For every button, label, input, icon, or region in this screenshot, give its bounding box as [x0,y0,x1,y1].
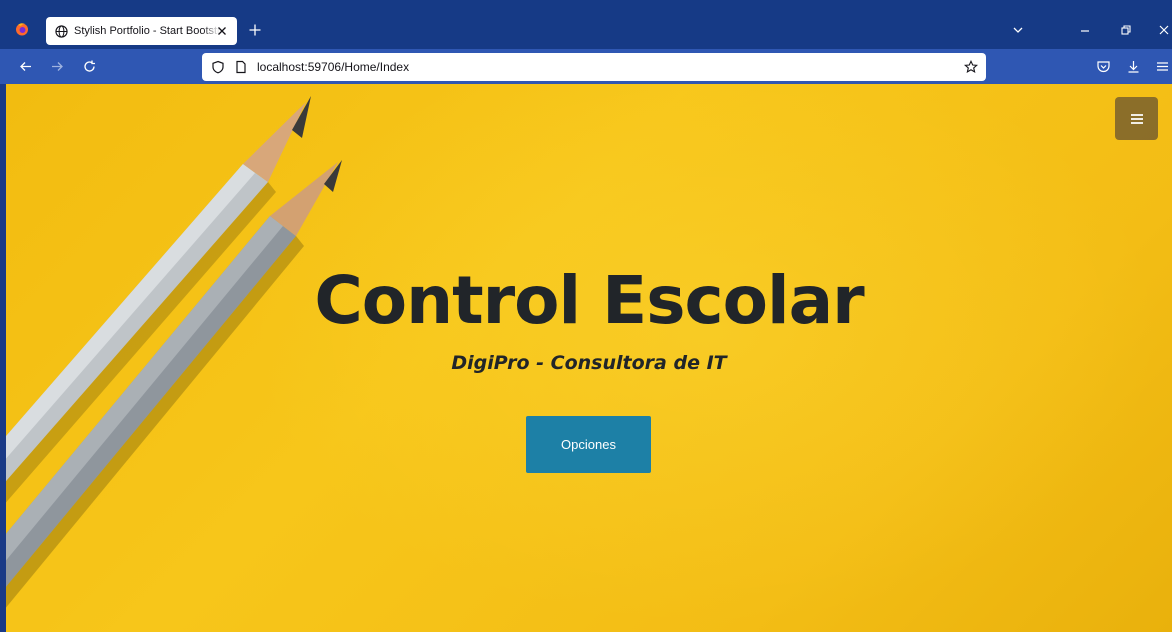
app-menu-icon[interactable] [1155,59,1170,74]
navigation-toolbar: localhost:59706/Home/Index [0,49,1172,84]
download-icon[interactable] [1126,59,1141,74]
active-tab[interactable]: Stylish Portfolio - Start Bootstrap Them… [46,17,237,45]
firefox-logo-icon[interactable] [15,22,29,36]
close-window-icon[interactable] [1158,24,1170,36]
menu-toggle-button[interactable] [1115,97,1158,140]
pocket-icon[interactable] [1096,59,1111,74]
new-tab-icon[interactable] [248,23,262,37]
opciones-button[interactable]: Opciones [526,416,651,473]
browser-tab-strip: Stylish Portfolio - Start Bootstrap Them… [0,0,1172,49]
back-icon[interactable] [18,59,33,74]
shield-icon[interactable] [211,60,225,74]
hamburger-icon [1130,113,1143,124]
close-tab-icon[interactable] [215,24,229,38]
reload-icon[interactable] [82,59,97,74]
page-icon[interactable] [234,60,248,74]
restore-icon[interactable] [1120,24,1132,36]
globe-icon [55,24,68,38]
minimize-icon[interactable] [1079,24,1091,36]
hero-title: Control Escolar [314,262,864,339]
hero-subtitle: DigiPro - Consultora de IT [451,352,727,374]
page-viewport: Control Escolar DigiPro - Consultora de … [6,84,1172,632]
forward-icon[interactable] [50,59,65,74]
url-text[interactable]: localhost:59706/Home/Index [257,60,409,74]
tab-title: Stylish Portfolio - Start Bootstrap Them… [74,25,220,37]
star-icon[interactable] [964,60,978,74]
address-bar[interactable]: localhost:59706/Home/Index [202,53,986,81]
list-all-tabs-icon[interactable] [1012,24,1024,36]
